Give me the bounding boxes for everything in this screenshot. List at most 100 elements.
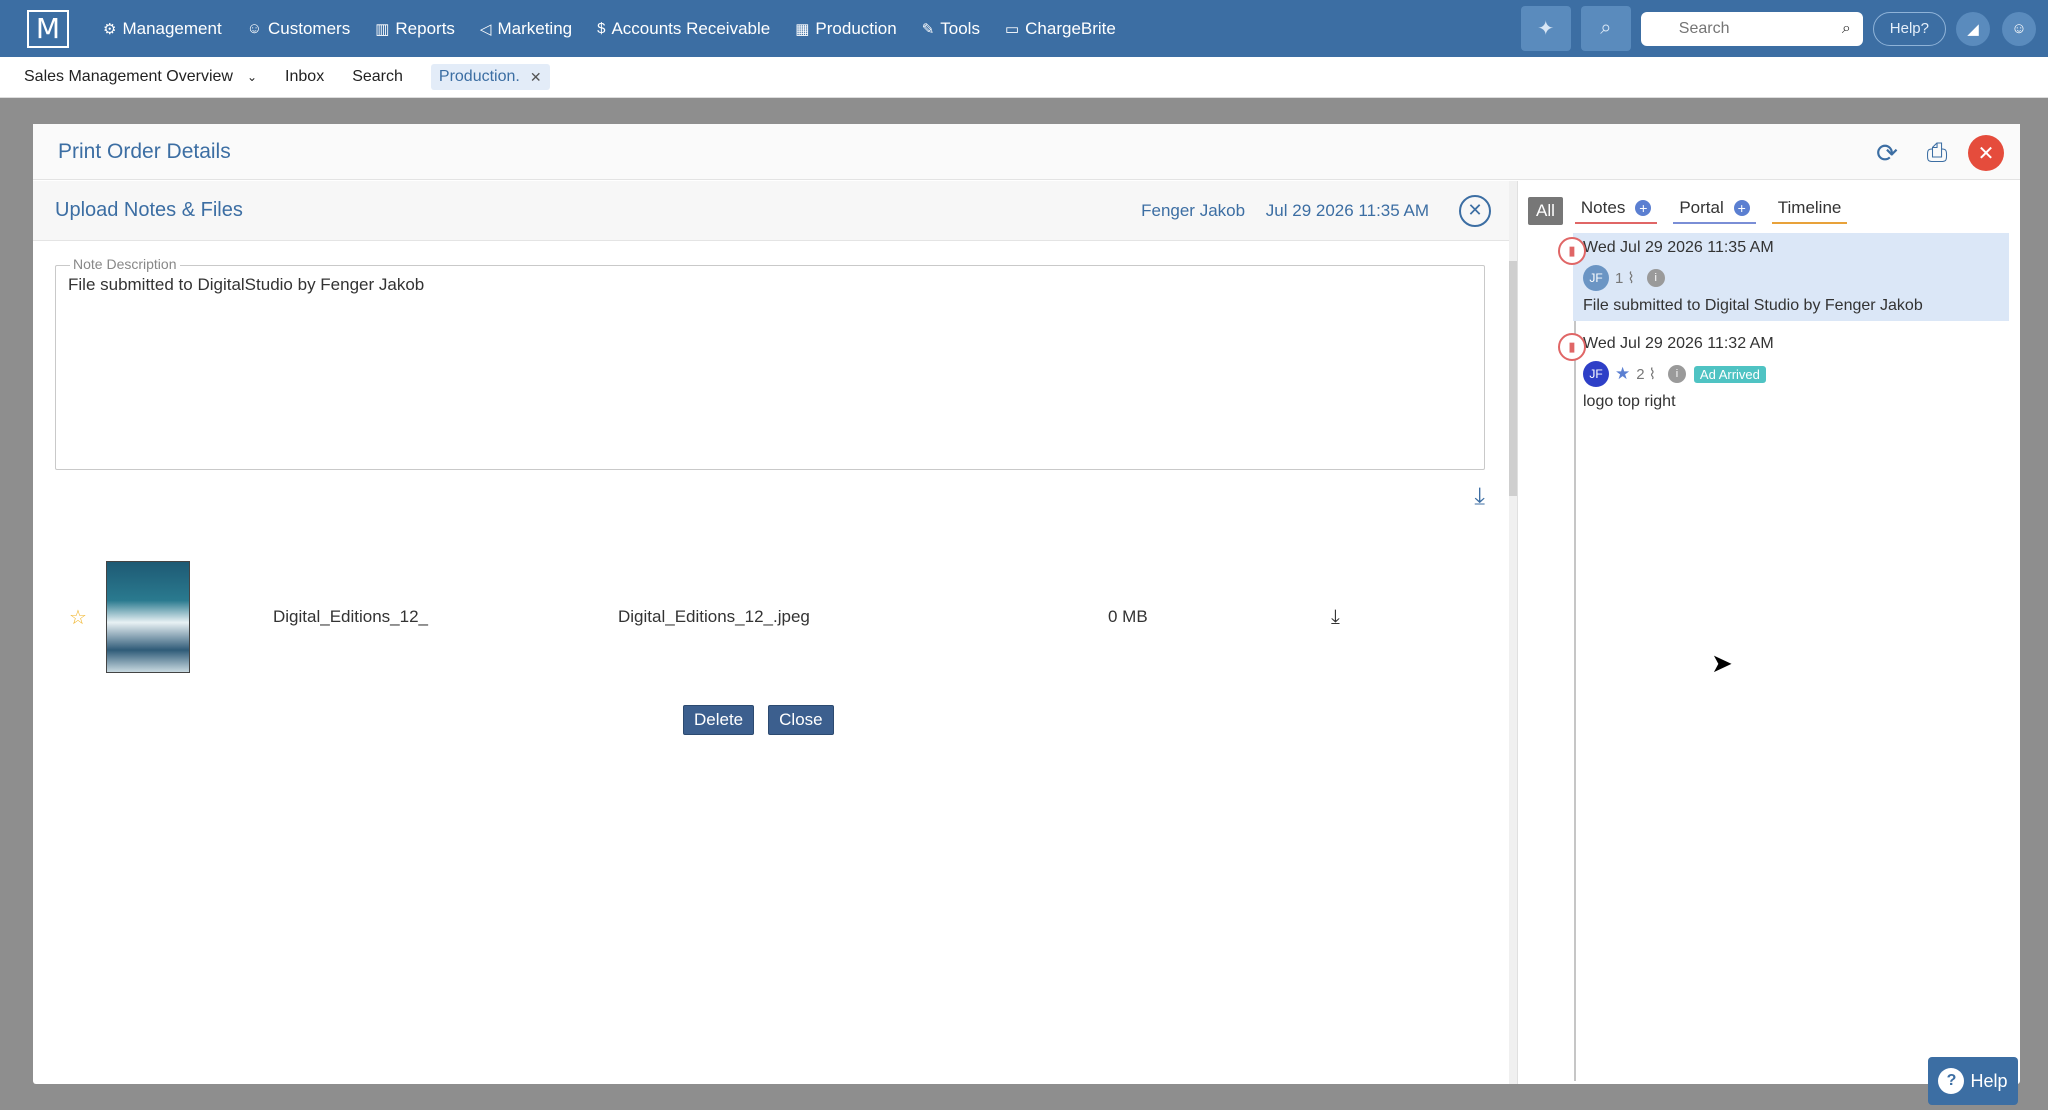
- nav-label: Tools: [940, 18, 980, 38]
- author-name: Fenger Jakob: [1141, 200, 1246, 220]
- close-button[interactable]: Close: [768, 705, 834, 735]
- attachment-count: 1: [1615, 269, 1624, 287]
- nav-right-tools: ✦ ⌕ ⌕ Help? ◢ ☺: [1520, 0, 2048, 57]
- note-description-field[interactable]: Note Description File submitted to Digit…: [55, 256, 1485, 470]
- nav-label: Customers: [268, 18, 351, 38]
- tab-portal[interactable]: Portal +: [1673, 198, 1756, 224]
- close-modal-button[interactable]: ✕: [1968, 135, 2004, 171]
- download-icon: ⤓: [1331, 605, 1340, 628]
- section-title: Upload Notes & Files: [55, 199, 243, 221]
- chevron-down-icon[interactable]: ⌄: [247, 70, 257, 84]
- nav-label: Marketing: [497, 18, 573, 38]
- entry-date: Wed Jul 29 2026 11:32 AM: [1583, 335, 1774, 352]
- help-label: Help: [1970, 1070, 2008, 1091]
- main-menu: ⚙ Management ☺ Customers ▥ Reports ◁ Marketi…: [103, 19, 1141, 39]
- user-avatar-button[interactable]: ☺: [2002, 11, 2036, 46]
- search-input[interactable]: [1678, 19, 1829, 38]
- nav-marketing[interactable]: ◁ Marketing: [480, 19, 572, 39]
- attachment-count: 2: [1636, 365, 1645, 383]
- activity-tabs: All Notes + Portal + Timeline: [1518, 181, 2020, 229]
- search-icon: ⌕: [1841, 19, 1851, 37]
- megaphone-icon: ◁: [479, 20, 492, 38]
- activity-panel: All Notes + Portal + Timeline ▮ Wed Jul 29…: [1517, 181, 2020, 1084]
- help-button[interactable]: Help?: [1872, 11, 1946, 46]
- notification-button[interactable]: ◢: [1956, 11, 1990, 46]
- file-name: Digital_Editions_12_.jpeg: [618, 607, 810, 626]
- section-meta: Fenger Jakob Jul 29 2026 11:35 AM: [1125, 201, 1429, 221]
- sparkle-button[interactable]: ✦: [1520, 6, 1571, 51]
- close-section-button[interactable]: ✕: [1459, 194, 1491, 227]
- tab-search[interactable]: Search: [352, 68, 403, 86]
- avatar: JF: [1583, 265, 1609, 291]
- mouse-cursor-icon: ➤: [1711, 648, 1733, 678]
- note-description-text[interactable]: File submitted to DigitalStudio by Fenge…: [56, 266, 1484, 304]
- tab-inbox[interactable]: Inbox: [285, 68, 324, 86]
- info-icon[interactable]: i: [1667, 365, 1686, 383]
- close-circle-icon: ✕: [1467, 200, 1483, 220]
- favorite-star-icon[interactable]: ☆: [69, 605, 106, 630]
- floating-help-button[interactable]: ? Help: [1928, 1057, 2018, 1105]
- users-icon: ☺: [246, 20, 263, 37]
- nav-tools[interactable]: ✎ Tools: [922, 19, 980, 39]
- download-file-button[interactable]: ⤓: [1331, 606, 1340, 629]
- nav-label: Reports: [395, 18, 455, 38]
- scrollbar-thumb[interactable]: [1509, 261, 1517, 496]
- close-icon: ✕: [1977, 142, 1995, 165]
- file-row: ☆ Digital_Editions_12_ Digital_Editions_…: [53, 561, 1473, 673]
- star-icon: ★: [1615, 364, 1631, 383]
- print-button[interactable]: ⎙: [1918, 134, 1956, 172]
- info-icon[interactable]: i: [1646, 269, 1665, 287]
- upload-button[interactable]: ⤓: [1474, 483, 1485, 511]
- delete-button[interactable]: Delete: [683, 705, 755, 735]
- vertical-scrollbar[interactable]: [1509, 181, 1517, 1084]
- add-note-icon[interactable]: +: [1635, 200, 1652, 216]
- global-search[interactable]: ⌕: [1640, 11, 1863, 46]
- modal-title: Print Order Details: [58, 139, 231, 163]
- gear-icon: ⚙: [103, 20, 117, 38]
- dollar-icon: $: [597, 20, 606, 37]
- tab-timeline[interactable]: Timeline: [1771, 198, 1848, 224]
- file-icon: ▮: [1558, 237, 1586, 265]
- refresh-button[interactable]: ⟳: [1868, 134, 1906, 172]
- tab-sales-management-overview[interactable]: Sales Management Overview ⌄: [24, 68, 257, 86]
- timeline-entry[interactable]: ▮ Wed Jul 29 2026 11:32 AM JF ★ 2 ⌇ i Ad…: [1558, 329, 2009, 417]
- tab-label: Production.: [438, 68, 520, 85]
- download-tray-icon: ⤓: [1474, 483, 1485, 510]
- add-portal-icon[interactable]: +: [1733, 200, 1750, 216]
- nav-chargebrite[interactable]: ▭ ChargeBrite: [1005, 19, 1116, 39]
- sparkle-icon: ✦: [1537, 18, 1555, 40]
- tab-label: Portal: [1679, 198, 1724, 217]
- nav-accounts-receivable[interactable]: $ Accounts Receivable: [597, 19, 770, 39]
- megaphone-icon: ◢: [1967, 20, 1979, 38]
- close-tab-icon[interactable]: ✕: [530, 69, 542, 86]
- tab-all[interactable]: All: [1528, 197, 1563, 225]
- search-tool-button[interactable]: ⌕: [1580, 6, 1631, 51]
- nav-production[interactable]: ▦ Production: [795, 19, 896, 39]
- app-logo[interactable]: M: [27, 9, 69, 48]
- file-size: 0 MB: [1108, 607, 1148, 626]
- nav-customers[interactable]: ☺ Customers: [247, 19, 351, 39]
- upload-notes-panel: Upload Notes & Files Fenger Jakob Jul 29…: [33, 181, 1509, 1084]
- nav-label: Production: [815, 18, 897, 38]
- file-thumbnail[interactable]: [106, 561, 190, 673]
- tab-bar: Sales Management Overview ⌄ Inbox Search …: [0, 57, 2048, 98]
- entry-text: File submitted to Digital Studio by Feng…: [1583, 297, 1923, 314]
- print-order-details-modal: Print Order Details ⟳ ⎙ ✕ Upload Notes &…: [33, 124, 2020, 1084]
- printer-icon: ⎙: [1926, 137, 1948, 167]
- tab-label: Sales Management Overview: [24, 68, 233, 85]
- entry-text: logo top right: [1583, 393, 1676, 410]
- entry-date: Wed Jul 29 2026 11:35 AM: [1583, 239, 1774, 256]
- paperclip-icon: ⌇: [1648, 366, 1656, 383]
- timeline-entry[interactable]: ▮ Wed Jul 29 2026 11:35 AM JF 1 ⌇ i File…: [1558, 233, 2009, 321]
- user-icon: ☺: [2011, 20, 2027, 37]
- tab-notes[interactable]: Notes +: [1574, 198, 1658, 224]
- modal-header: Print Order Details ⟳ ⎙ ✕: [33, 124, 2020, 180]
- entry-meta: JF 1 ⌇ i: [1583, 265, 1999, 291]
- avatar: JF: [1583, 361, 1609, 387]
- tab-label: Notes: [1580, 198, 1626, 217]
- nav-management[interactable]: ⚙ Management: [103, 19, 222, 39]
- nav-label: Management: [122, 18, 222, 38]
- nav-label: Accounts Receivable: [611, 18, 771, 38]
- tab-production[interactable]: Production. ✕: [430, 64, 550, 90]
- nav-reports[interactable]: ▥ Reports: [375, 19, 455, 39]
